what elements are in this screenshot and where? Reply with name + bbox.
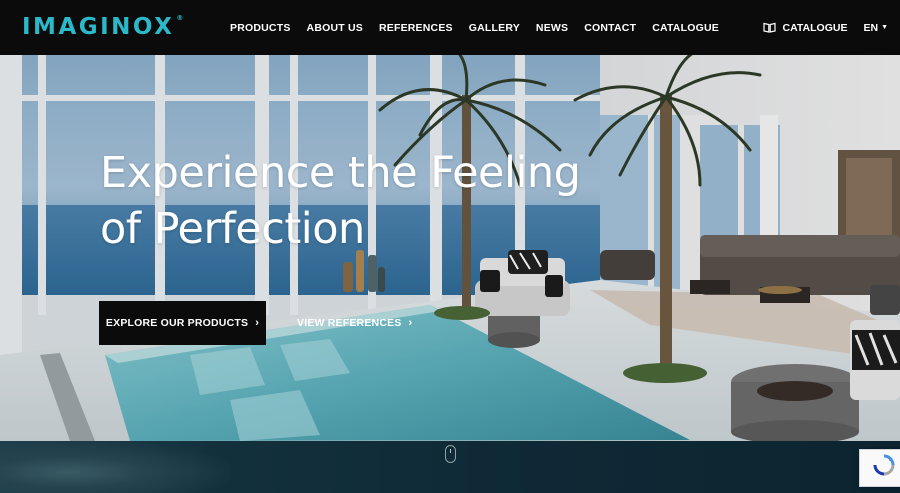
recaptcha-badge[interactable] <box>859 449 900 487</box>
explore-products-label: EXPLORE OUR PRODUCTS <box>105 317 249 329</box>
language-code: EN <box>863 21 879 34</box>
nav-catalogue[interactable]: CATALOGUE <box>652 22 719 34</box>
nav-products[interactable]: PRODUCTS <box>230 22 291 34</box>
main-nav: PRODUCTS ABOUT US REFERENCES GALLERY NEW… <box>222 0 727 55</box>
language-selector[interactable]: EN ▼ <box>863 22 888 34</box>
nav-contact[interactable]: CONTACT <box>584 22 636 34</box>
registered-mark: ® <box>176 14 184 22</box>
nav-references[interactable]: REFERENCES <box>379 22 453 34</box>
catalogue-download-link[interactable]: CATALOGUE <box>762 21 848 34</box>
nav-news[interactable]: NEWS <box>536 22 568 34</box>
catalogue-label: CATALOGUE <box>782 21 848 34</box>
hero-title: Experience the Feeling of Perfection <box>100 145 620 257</box>
hero-title-line-2: of Perfection <box>100 204 365 254</box>
imaginox-logo[interactable]: IMAGINOX ® <box>22 14 183 40</box>
nav-gallery[interactable]: GALLERY <box>469 22 520 34</box>
view-references-label: VIEW REFERENCES <box>297 317 402 329</box>
caret-down-icon: ▼ <box>881 24 888 31</box>
hero-section: Experience the Feeling of Perfection EXP… <box>0 55 900 441</box>
site-header: IMAGINOX ® PRODUCTS ABOUT US REFERENCES G… <box>0 0 900 55</box>
recaptcha-icon <box>873 454 894 476</box>
foliage-image <box>0 441 230 493</box>
header-tools: CATALOGUE EN ▼ <box>762 0 888 55</box>
nav-about-us[interactable]: ABOUT US <box>307 22 363 34</box>
chevron-right-icon: › <box>408 317 413 329</box>
explore-products-button[interactable]: EXPLORE OUR PRODUCTS › <box>99 301 266 345</box>
view-references-link[interactable]: VIEW REFERENCES › <box>297 312 412 334</box>
chevron-right-icon: › <box>255 317 260 329</box>
logo-text: IMAGINOX <box>22 14 175 40</box>
hero-title-line-1: Experience the Feeling <box>100 148 581 198</box>
open-book-icon <box>762 22 776 33</box>
scroll-down-mouse-icon[interactable] <box>445 445 456 463</box>
